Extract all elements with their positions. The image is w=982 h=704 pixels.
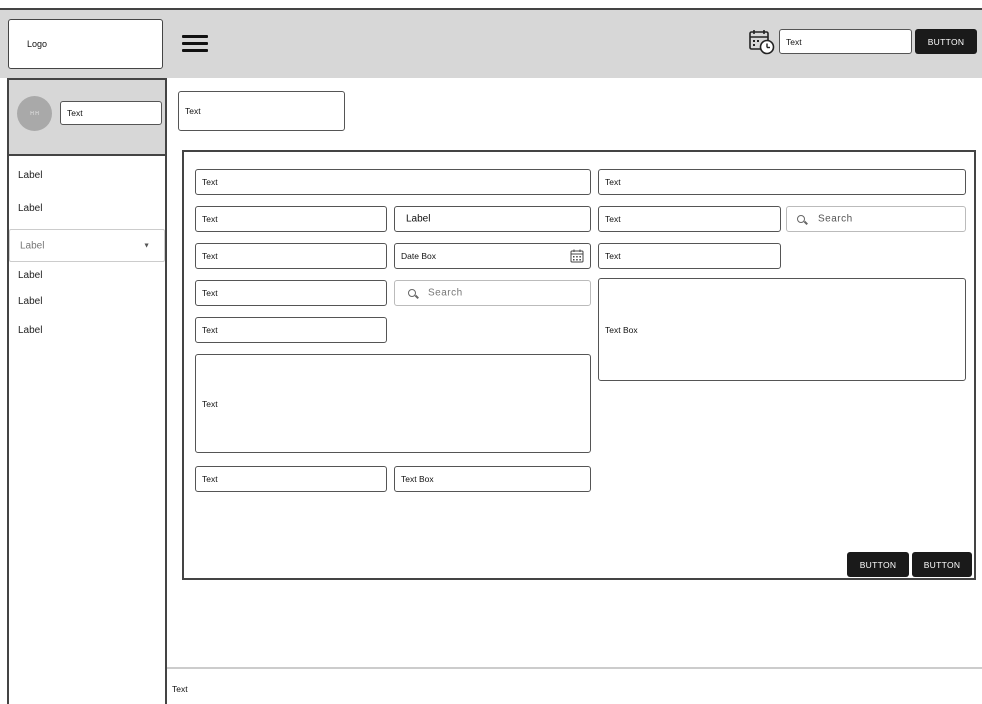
date-field[interactable]: Date Box: [394, 243, 591, 269]
sidebar-dropdown[interactable]: Label ▼: [9, 229, 165, 262]
field-label: Label: [406, 213, 431, 225]
sidebar-item-5[interactable]: Label: [18, 296, 42, 307]
field-value: Text: [605, 177, 621, 187]
text-box-area[interactable]: Text Box: [598, 278, 966, 381]
text-field-wide[interactable]: Text: [195, 169, 591, 195]
calendar-clock-icon[interactable]: [749, 29, 775, 55]
page-title-text: Text: [185, 106, 201, 116]
sidebar-item-4[interactable]: Label: [18, 270, 42, 281]
form-button-1[interactable]: BUTTON: [847, 552, 909, 577]
search-input[interactable]: Search: [786, 206, 966, 232]
user-input-value: Text: [67, 108, 83, 118]
search-icon: [797, 215, 808, 225]
textarea[interactable]: Text: [195, 354, 591, 453]
text-field[interactable]: Text: [195, 243, 387, 269]
search-icon: [408, 289, 419, 299]
text-box-value: Text Box: [401, 474, 434, 484]
field-value: Text: [202, 251, 218, 261]
sidebar-item-1[interactable]: Label: [18, 170, 42, 181]
avatar[interactable]: H H: [17, 96, 52, 131]
header-search-input[interactable]: Text: [779, 29, 912, 54]
text-field[interactable]: Text: [598, 206, 781, 232]
field-value: Text: [202, 214, 218, 224]
field-value: Text: [202, 474, 218, 484]
text-field[interactable]: Text: [195, 280, 387, 306]
text-field-wide[interactable]: Text: [598, 169, 966, 195]
form-button-2[interactable]: BUTTON: [912, 552, 972, 577]
field-value: Text: [605, 251, 621, 261]
sidebar-item-6[interactable]: Label: [18, 325, 42, 336]
text-box-value: Text Box: [605, 324, 638, 335]
search-placeholder: Search: [818, 213, 853, 225]
field-value: Text: [605, 214, 621, 224]
footer-divider: [167, 667, 982, 669]
sidebar-dropdown-label: Label: [20, 240, 45, 251]
user-name-input[interactable]: Text: [60, 101, 162, 125]
date-field-value: Date Box: [401, 251, 436, 261]
textarea-value: Text: [202, 398, 218, 409]
text-box[interactable]: Text Box: [394, 466, 591, 492]
calendar-icon[interactable]: [570, 249, 584, 263]
text-field[interactable]: Text: [598, 243, 781, 269]
field-value: Text: [202, 177, 218, 187]
field-value: Text: [202, 325, 218, 335]
footer-text: Text: [172, 684, 188, 694]
menu-icon[interactable]: [182, 34, 208, 54]
text-field[interactable]: Text: [195, 317, 387, 343]
logo[interactable]: Logo: [8, 19, 163, 69]
field-value: Text: [202, 288, 218, 298]
logo-text: Logo: [27, 39, 48, 49]
search-placeholder: Search: [428, 287, 463, 299]
chevron-down-icon: ▼: [143, 242, 150, 249]
sidebar-item-2[interactable]: Label: [18, 203, 42, 214]
header-input-value: Text: [786, 36, 802, 47]
page-title: Text: [178, 91, 345, 131]
text-field[interactable]: Text: [195, 466, 387, 492]
text-field[interactable]: Text: [195, 206, 387, 232]
search-input[interactable]: Search: [394, 280, 591, 306]
label-field[interactable]: Label: [394, 206, 591, 232]
header-button[interactable]: BUTTON: [915, 29, 977, 54]
